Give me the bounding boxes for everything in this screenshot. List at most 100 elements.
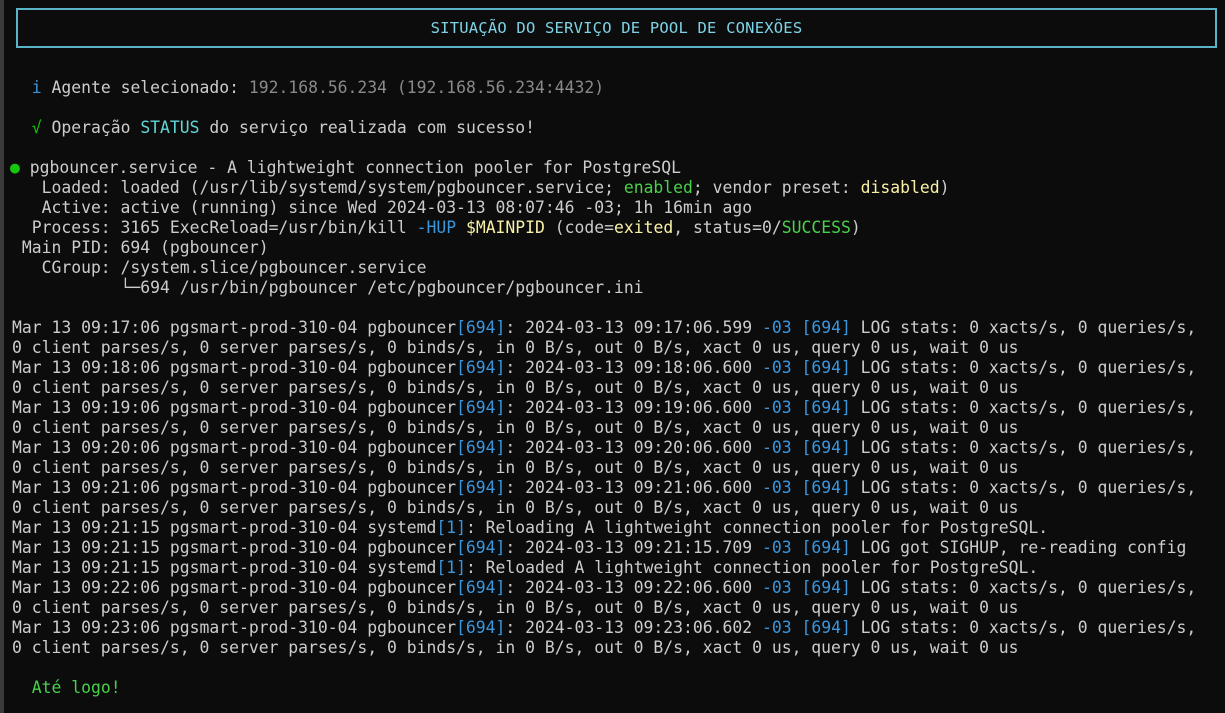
process-success: SUCCESS <box>781 218 851 237</box>
log-segment-p1: 0 client parses/s, 0 server parses/s, 0 … <box>12 378 1019 397</box>
log-segment-p1: 0 client parses/s, 0 server parses/s, 0 … <box>12 418 1019 437</box>
log-segment-tz: -03 <box>761 618 792 637</box>
log-segment-p1: Mar 13 09:23:06 pgsmart-prod-310-04 pgbo… <box>12 618 457 637</box>
log-segment-p2: : 2024-03-13 09:21:06.600 <box>505 478 762 497</box>
log-line: 0 client parses/s, 0 server parses/s, 0 … <box>12 498 1019 518</box>
log-segment-p4: LOG stats: 0 xacts/s, 0 queries/s, <box>850 618 1197 637</box>
log-segment-b1: [1] <box>436 518 466 537</box>
log-segment-p3 <box>792 578 802 597</box>
log-line: Mar 13 09:18:06 pgsmart-prod-310-04 pgbo… <box>12 358 1196 378</box>
agent-line: i Agente selecionado: 192.168.56.234 (19… <box>12 78 604 98</box>
farewell-line: Até logo! <box>12 678 121 698</box>
process-space <box>456 218 466 237</box>
log-segment-b2: [694] <box>801 538 851 557</box>
service-mainpid: Main PID: 694 (pgbouncer) <box>12 238 269 257</box>
log-segment-p3 <box>792 438 802 457</box>
log-segment-p2: : 2024-03-13 09:20:06.600 <box>505 438 762 457</box>
loaded-mid: ; vendor preset: <box>692 178 861 197</box>
operation-keyword: STATUS <box>140 118 200 137</box>
log-line: 0 client parses/s, 0 server parses/s, 0 … <box>12 338 1019 358</box>
loaded-pre: Loaded: loaded (/usr/lib/systemd/system/… <box>12 178 624 197</box>
log-segment-p2: : 2024-03-13 09:18:06.600 <box>505 358 762 377</box>
log-segment-p3 <box>792 538 802 557</box>
page-title-banner: SITUAÇÃO DO SERVIÇO DE POOL DE CONEXÕES <box>16 8 1217 48</box>
log-segment-b1: [694] <box>456 478 506 497</box>
log-segment-p3 <box>792 318 802 337</box>
log-segment-tz: -03 <box>761 438 792 457</box>
log-segment-p2: : 2024-03-13 09:23:06.602 <box>505 618 762 637</box>
log-segment-tz: -03 <box>761 358 792 377</box>
service-header-text: pgbouncer.service - A lightweight connec… <box>19 158 682 177</box>
log-segment-p1: Mar 13 09:21:15 pgsmart-prod-310-04 syst… <box>12 518 437 537</box>
log-segment-tz: -03 <box>761 398 792 417</box>
log-line: Mar 13 09:20:06 pgsmart-prod-310-04 pgbo… <box>12 438 1196 458</box>
log-segment-p4: LOG got SIGHUP, re-reading config <box>850 538 1187 557</box>
log-segment-b2: [694] <box>801 618 851 637</box>
log-line: Mar 13 09:22:06 pgsmart-prod-310-04 pgbo… <box>12 578 1196 598</box>
log-segment-p1: 0 client parses/s, 0 server parses/s, 0 … <box>12 498 1019 517</box>
process-mid: (code= <box>544 218 614 237</box>
log-line: 0 client parses/s, 0 server parses/s, 0 … <box>12 418 1019 438</box>
log-segment-p1: Mar 13 09:22:06 pgsmart-prod-310-04 pgbo… <box>12 578 457 597</box>
agent-label: Agente selecionado: <box>51 78 249 97</box>
terminal-window[interactable]: SITUAÇÃO DO SERVIÇO DE POOL DE CONEXÕES … <box>0 0 1225 713</box>
enabled-label: enabled <box>623 178 693 197</box>
log-line: Mar 13 09:21:15 pgsmart-prod-310-04 syst… <box>12 558 1038 578</box>
log-segment-b2: [694] <box>801 438 851 457</box>
log-line: Mar 13 09:21:15 pgsmart-prod-310-04 syst… <box>12 518 1048 538</box>
log-segment-b2: [694] <box>801 578 851 597</box>
log-segment-p4: LOG stats: 0 xacts/s, 0 queries/s, <box>850 478 1197 497</box>
log-segment-p1: 0 client parses/s, 0 server parses/s, 0 … <box>12 638 1019 657</box>
log-segment-b2: [694] <box>801 398 851 417</box>
log-segment-p1: Mar 13 09:17:06 pgsmart-prod-310-04 pgbo… <box>12 318 457 337</box>
log-segment-p4: LOG stats: 0 xacts/s, 0 queries/s, <box>850 318 1197 337</box>
status-dot-icon: ● <box>10 158 20 177</box>
log-segment-p4: LOG stats: 0 xacts/s, 0 queries/s, <box>850 358 1197 377</box>
log-segment-p2: : 2024-03-13 09:21:15.709 <box>505 538 762 557</box>
log-segment-b2: [694] <box>801 358 851 377</box>
log-segment-p1: 0 client parses/s, 0 server parses/s, 0 … <box>12 598 1019 617</box>
log-segment-p3 <box>792 398 802 417</box>
service-cgroup: CGroup: /system.slice/pgbouncer.service <box>12 258 427 277</box>
log-line: Mar 13 09:17:06 pgsmart-prod-310-04 pgbo… <box>12 318 1196 338</box>
service-header: ● pgbouncer.service - A lightweight conn… <box>10 158 681 178</box>
log-segment-tz: -03 <box>761 318 792 337</box>
process-exited: exited <box>613 218 674 237</box>
service-active: Active: active (running) since Wed 2024-… <box>12 198 753 217</box>
log-segment-b1: [694] <box>456 318 506 337</box>
log-segment-b1: [1] <box>436 558 466 577</box>
log-segment-p3 <box>792 358 802 377</box>
log-segment-p1: Mar 13 09:18:06 pgsmart-prod-310-04 pgbo… <box>12 358 457 377</box>
log-segment-b1: [694] <box>456 578 506 597</box>
log-segment-p2: : Reloaded A lightweight connection pool… <box>465 558 1039 577</box>
log-segment-b1: [694] <box>456 538 506 557</box>
agent-value: 192.168.56.234 (192.168.56.234:4432) <box>248 78 605 97</box>
info-icon: i <box>31 78 42 97</box>
log-segment-p2: : 2024-03-13 09:22:06.600 <box>505 578 762 597</box>
process-pre: Process: 3165 ExecReload=/usr/bin/kill <box>12 218 417 237</box>
log-line: 0 client parses/s, 0 server parses/s, 0 … <box>12 598 1019 618</box>
log-segment-tz: -03 <box>761 578 792 597</box>
log-segment-p2: : 2024-03-13 09:19:06.600 <box>505 398 762 417</box>
operation-post: do serviço realizada com sucesso! <box>199 118 536 137</box>
process-mainpid: $MAINPID <box>465 218 545 237</box>
log-segment-tz: -03 <box>761 478 792 497</box>
log-segment-p2: : 2024-03-13 09:17:06.599 <box>505 318 762 337</box>
process-post: ) <box>850 218 861 237</box>
log-line: Mar 13 09:19:06 pgsmart-prod-310-04 pgbo… <box>12 398 1196 418</box>
page-title: SITUAÇÃO DO SERVIÇO DE POOL DE CONEXÕES <box>430 19 803 37</box>
log-line: Mar 13 09:21:06 pgsmart-prod-310-04 pgbo… <box>12 478 1196 498</box>
service-cgroup-child: └─694 /usr/bin/pgbouncer /etc/pgbouncer/… <box>12 278 644 297</box>
service-process: Process: 3165 ExecReload=/usr/bin/kill -… <box>12 218 861 238</box>
log-segment-b1: [694] <box>456 618 506 637</box>
log-segment-p1: Mar 13 09:20:06 pgsmart-prod-310-04 pgbo… <box>12 438 457 457</box>
log-line: 0 client parses/s, 0 server parses/s, 0 … <box>12 638 1019 658</box>
log-segment-b2: [694] <box>801 318 851 337</box>
log-segment-p4: LOG stats: 0 xacts/s, 0 queries/s, <box>850 578 1197 597</box>
log-segment-p1: 0 client parses/s, 0 server parses/s, 0 … <box>12 458 1019 477</box>
loaded-post: ) <box>939 178 950 197</box>
process-mid2: , status=0/ <box>673 218 782 237</box>
log-line: Mar 13 09:21:15 pgsmart-prod-310-04 pgbo… <box>12 538 1186 558</box>
log-segment-p1: Mar 13 09:19:06 pgsmart-prod-310-04 pgbo… <box>12 398 457 417</box>
operation-line: √ Operação STATUS do serviço realizada c… <box>12 118 535 138</box>
